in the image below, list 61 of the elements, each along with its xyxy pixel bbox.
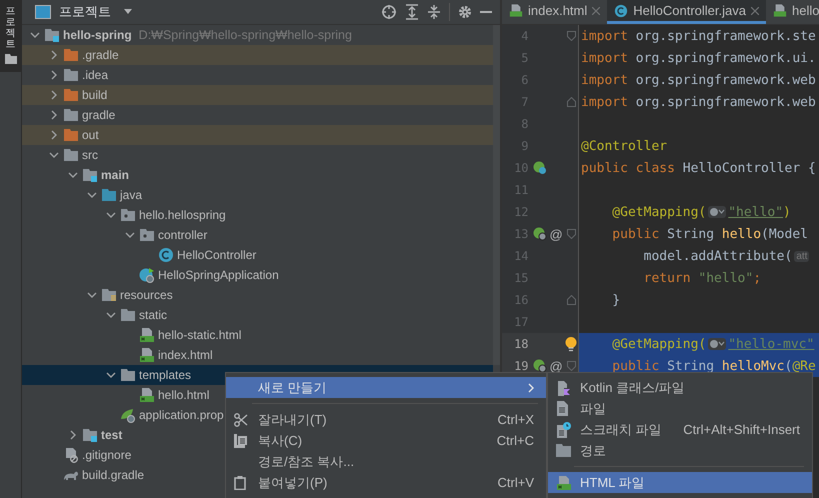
code-token: @GetMapping( <box>611 204 706 220</box>
code-token: (Model <box>761 226 808 242</box>
tree-item-label: application.prop <box>139 408 224 422</box>
tree-item-label: build <box>82 88 108 102</box>
tree-item-label: resources <box>120 288 173 302</box>
tree-item-label: gradle <box>82 108 116 122</box>
code-token: ) <box>783 204 791 220</box>
code-token: "hello" <box>698 270 754 286</box>
code-token: @GetMapping( <box>611 336 706 352</box>
tree-item-label: build.gradle <box>82 468 144 482</box>
code-token: org.springframework.web <box>634 72 816 88</box>
shortcut-label: Ctrl+V <box>498 475 534 490</box>
code-token: import <box>581 50 628 66</box>
code-token: public <box>611 226 660 242</box>
code-token: org.springframework.web <box>634 94 816 110</box>
shortcut-label: Ctrl+C <box>496 433 534 448</box>
code-token: model.addAttribute( <box>642 248 792 264</box>
tree-item-label: hello.html <box>158 388 210 402</box>
code-token: hello <box>722 226 762 242</box>
tree-item-label: HelloSpringApplication <box>158 268 279 282</box>
code-token: @Controller <box>581 138 668 154</box>
line-number: 18 <box>513 337 529 351</box>
tree-item-label: .gitignore <box>82 448 132 462</box>
tree-item-label: hello-static.html <box>158 328 242 342</box>
tree-item-label: hello-spring <box>63 28 132 42</box>
code-token: att <box>794 250 810 262</box>
tree-item-label: HelloController <box>177 248 256 262</box>
code-token: import <box>581 28 628 44</box>
code-token: } <box>611 292 620 308</box>
code-token: "hello" <box>728 204 784 220</box>
tree-item-label: hello.hellospring <box>139 208 226 222</box>
tree-item-label: index.html <box>158 348 213 362</box>
code-token: public class <box>581 160 676 176</box>
shortcut-label: Ctrl+X <box>498 412 534 427</box>
code-token: String <box>667 226 716 242</box>
tree-item-label: main <box>101 168 130 182</box>
code-token: import <box>581 72 628 88</box>
code-token: "hello-mvc" <box>728 336 814 352</box>
tree-item-label: static <box>139 308 168 322</box>
code-token: HelloController { <box>682 160 816 176</box>
code-token: import <box>581 94 628 110</box>
code-token: public <box>611 358 660 374</box>
tree-item-label: .gradle <box>82 48 119 62</box>
line-number: 19 <box>513 359 529 373</box>
tree-item-label: .idea <box>82 68 108 82</box>
code-token: ( <box>784 358 792 374</box>
shortcut-label: Ctrl+Alt+Shift+Insert <box>683 422 800 437</box>
code-token: return <box>642 270 692 286</box>
tree-item-label: src <box>82 148 98 162</box>
code-token: org.springframework.ste <box>634 28 816 44</box>
tree-item-label: java <box>120 188 142 202</box>
code-token: helloMvc <box>722 358 785 374</box>
project-path: D:₩Spring₩hello-spring₩hello-spring <box>138 28 352 42</box>
tree-item-label: test <box>101 428 122 442</box>
code-token: @Re <box>792 358 816 374</box>
code-token: org.springframework.ui. <box>634 50 816 66</box>
code-token: ; <box>753 270 762 286</box>
tree-item-label: templates <box>139 368 192 382</box>
tree-item-label: controller <box>158 228 208 242</box>
tree-item-label: out <box>82 128 99 142</box>
code-token: String <box>667 358 716 374</box>
